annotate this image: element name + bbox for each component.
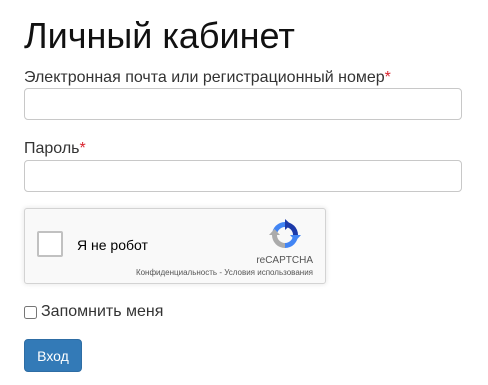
password-label-text: Пароль xyxy=(24,140,80,157)
email-required-mark: * xyxy=(384,69,391,86)
email-field[interactable] xyxy=(24,88,462,120)
login-button[interactable]: Вход xyxy=(24,339,82,372)
recaptcha-checkbox-label[interactable]: Я не робот xyxy=(77,237,148,253)
page-title: Личный кабинет xyxy=(24,15,295,56)
recaptcha-logo-icon xyxy=(269,219,301,248)
recaptcha-widget: Я не робот reCAPTCHA Конфиденциальность … xyxy=(24,208,326,284)
email-field-label: Электронная почта или регистрационный но… xyxy=(24,68,391,88)
login-page: Личный кабинет Электронная почта или рег… xyxy=(0,0,488,385)
password-field[interactable] xyxy=(24,160,462,192)
recaptcha-links: Конфиденциальность - Условия использован… xyxy=(136,268,313,277)
password-required-mark: * xyxy=(79,140,86,157)
remember-me-checkbox[interactable] xyxy=(24,305,37,319)
remember-me[interactable]: Запомнить меня xyxy=(24,303,163,321)
recaptcha-brand: reCAPTCHA xyxy=(256,255,313,266)
recaptcha-privacy-link[interactable]: Конфиденциальность xyxy=(136,268,217,277)
recaptcha-terms-link[interactable]: Условия использования xyxy=(224,268,313,277)
recaptcha-checkbox[interactable] xyxy=(37,231,63,257)
email-label-text: Электронная почта или регистрационный но… xyxy=(24,69,385,86)
remember-me-label: Запомнить меня xyxy=(41,303,164,320)
password-field-label: Пароль* xyxy=(24,139,86,159)
